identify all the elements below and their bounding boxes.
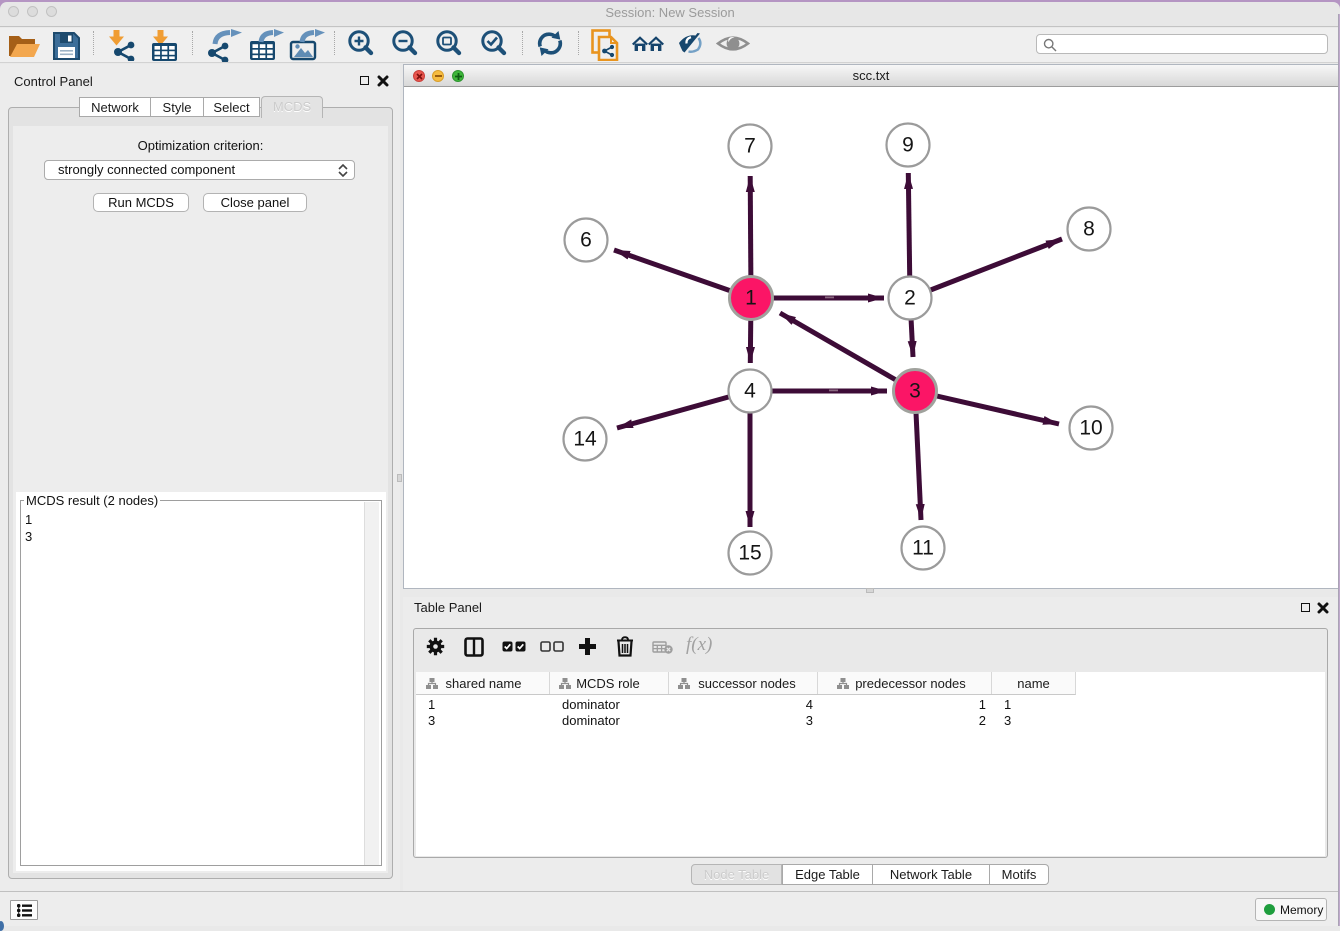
svg-text:14: 14 bbox=[573, 428, 597, 451]
svg-text:4: 4 bbox=[744, 380, 756, 403]
svg-text:6: 6 bbox=[580, 229, 592, 252]
svg-text:9: 9 bbox=[902, 134, 914, 157]
svg-text:7: 7 bbox=[744, 135, 756, 158]
svg-text:15: 15 bbox=[738, 542, 761, 565]
svg-text:11: 11 bbox=[912, 537, 934, 560]
svg-text:8: 8 bbox=[1083, 218, 1095, 241]
svg-text:10: 10 bbox=[1079, 417, 1102, 440]
svg-text:2: 2 bbox=[904, 287, 916, 310]
svg-text:1: 1 bbox=[745, 287, 757, 310]
svg-text:3: 3 bbox=[909, 380, 921, 403]
